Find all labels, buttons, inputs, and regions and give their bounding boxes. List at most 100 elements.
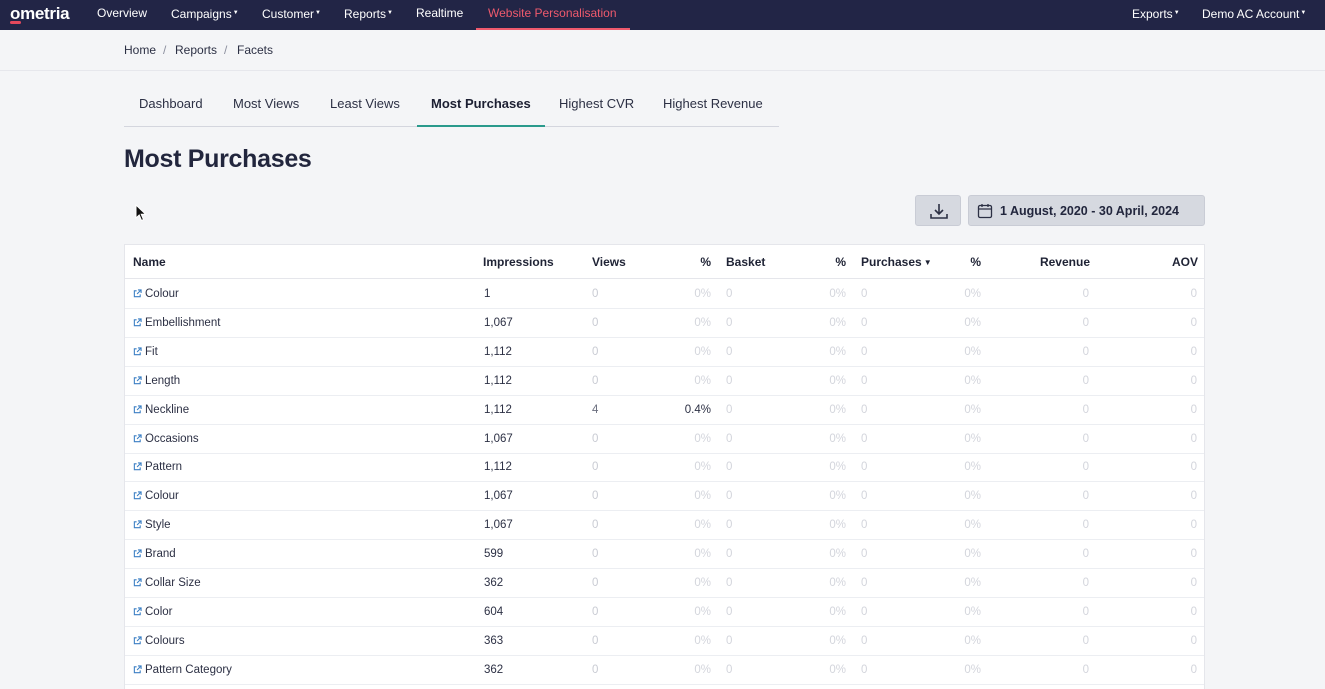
nav-realtime[interactable]: Realtime — [416, 0, 463, 30]
views-pct-cell: 0% — [694, 490, 711, 503]
basket-pct-cell: 0% — [829, 519, 846, 532]
purchases-pct-cell: 0% — [964, 403, 981, 416]
tab-dashboard[interactable]: Dashboard — [139, 96, 203, 111]
views-cell: 0 — [592, 634, 599, 647]
chevron-down-icon: ▼ — [1173, 10, 1180, 16]
column-header-impressions[interactable]: Impressions — [483, 255, 554, 269]
aov-cell: 0 — [1190, 403, 1197, 416]
facet-name-link[interactable]: Colour — [133, 288, 179, 300]
facet-name-label[interactable]: Colour — [145, 288, 179, 300]
facet-name-label[interactable]: Collar Size — [145, 577, 201, 589]
facet-name-link[interactable]: Collar Size — [133, 577, 201, 589]
facet-name-link[interactable]: Neckline — [133, 404, 189, 416]
purchases-pct-cell: 0% — [964, 548, 981, 561]
facet-name-link[interactable]: Pattern — [133, 461, 182, 473]
nav-account-menu[interactable]: Demo AC Account▼ — [1202, 0, 1306, 30]
revenue-cell: 0 — [1082, 288, 1089, 300]
impressions-cell: 1,112 — [484, 345, 512, 358]
nav-customer[interactable]: Customer▼ — [262, 0, 321, 30]
tab-least-views[interactable]: Least Views — [330, 96, 400, 111]
facet-name-link[interactable]: Pattern Category — [133, 664, 232, 676]
table-row: Colours 363 0 0% 0 0% 0 0% 0 0 — [125, 627, 1204, 656]
revenue-cell: 0 — [1082, 605, 1089, 618]
table-header: Name Impressions Views % Basket % Purcha… — [125, 245, 1204, 279]
breadcrumb-home[interactable]: Home — [124, 43, 156, 57]
column-header-views-pct[interactable]: % — [700, 255, 711, 269]
views-cell: 0 — [592, 374, 599, 387]
external-link-icon — [133, 433, 142, 442]
facet-name-link[interactable]: Colour — [133, 490, 179, 502]
views-pct-cell: 0% — [694, 577, 711, 589]
basket-pct-cell: 0% — [829, 403, 846, 416]
breadcrumb-reports[interactable]: Reports — [175, 43, 217, 57]
facet-name-label[interactable]: Pattern Category — [145, 664, 232, 676]
facet-name-link[interactable]: Color — [133, 606, 172, 618]
facet-name-label[interactable]: Embellishment — [145, 317, 220, 329]
tab-most-views[interactable]: Most Views — [233, 96, 299, 111]
column-header-views[interactable]: Views — [592, 255, 626, 269]
column-header-purchases[interactable]: Purchases ▼ — [861, 255, 932, 269]
purchases-pct-cell: 0% — [964, 577, 981, 589]
aov-cell: 0 — [1190, 345, 1197, 358]
facet-name-link[interactable]: Occasions — [133, 433, 199, 445]
facet-name-label[interactable]: Length — [145, 375, 180, 387]
column-header-name[interactable]: Name — [133, 255, 166, 269]
external-link-icon — [133, 491, 142, 500]
impressions-cell: 1,067 — [484, 432, 513, 445]
purchases-cell: 0 — [861, 577, 868, 589]
facet-name-label[interactable]: Neckline — [145, 404, 189, 416]
column-header-revenue[interactable]: Revenue — [1040, 255, 1090, 269]
facet-name-link[interactable]: Brand — [133, 548, 176, 560]
facet-name-link[interactable]: Embellishment — [133, 317, 220, 329]
facet-name-link[interactable]: Colours — [133, 635, 185, 647]
revenue-cell: 0 — [1082, 345, 1089, 358]
tab-most-purchases[interactable]: Most Purchases — [431, 96, 531, 111]
basket-cell: 0 — [726, 663, 733, 676]
purchases-pct-cell: 0% — [964, 461, 981, 474]
purchases-pct-cell: 0% — [964, 663, 981, 676]
impressions-cell: 599 — [484, 548, 504, 561]
download-button[interactable] — [915, 195, 961, 226]
purchases-cell: 0 — [861, 548, 868, 561]
facet-name-label[interactable]: Pattern — [145, 461, 182, 473]
tab-highest-cvr[interactable]: Highest CVR — [559, 96, 634, 111]
facet-name-link[interactable]: Length — [133, 375, 180, 387]
purchases-pct-cell: 0% — [964, 374, 981, 387]
nav-exports[interactable]: Exports▼ — [1132, 0, 1180, 30]
external-link-icon — [133, 376, 142, 384]
facet-name-link[interactable]: Fit — [133, 346, 158, 358]
facet-name-label[interactable]: Style — [145, 519, 171, 531]
views-pct-cell: 0% — [694, 634, 711, 647]
facet-name-label[interactable]: Fit — [145, 346, 158, 358]
facet-name-label[interactable]: Colours — [145, 635, 185, 647]
column-header-basket-pct[interactable]: % — [835, 255, 846, 269]
facet-name-label[interactable]: Occasions — [145, 433, 199, 445]
revenue-cell: 0 — [1082, 490, 1089, 503]
facet-name-link[interactable]: Style — [133, 519, 171, 531]
column-header-aov[interactable]: AOV — [1172, 255, 1198, 269]
purchases-cell: 0 — [861, 316, 868, 329]
nav-reports[interactable]: Reports▼ — [344, 0, 393, 30]
ometria-logo[interactable]: ometria — [10, 4, 70, 24]
views-cell: 0 — [592, 577, 599, 589]
views-pct-cell: 0.4% — [684, 403, 711, 416]
column-header-purchases-pct[interactable]: % — [970, 255, 981, 269]
purchases-cell: 0 — [861, 490, 868, 503]
facets-table: Name Impressions Views % Basket % Purcha… — [124, 244, 1205, 689]
table-row: Colour 1,067 0 0% 0 0% 0 0% 0 0 — [125, 482, 1204, 512]
breadcrumb-separator: / — [224, 43, 228, 57]
aov-cell: 0 — [1190, 316, 1197, 329]
basket-cell: 0 — [726, 288, 733, 300]
facet-name-label[interactable]: Color — [145, 606, 172, 618]
views-cell: 0 — [592, 316, 599, 329]
nav-overview[interactable]: Overview — [97, 0, 147, 30]
column-header-basket[interactable]: Basket — [726, 255, 765, 269]
facet-name-label[interactable]: Colour — [145, 490, 179, 502]
chevron-down-icon: ▼ — [1300, 10, 1307, 16]
tab-highest-revenue[interactable]: Highest Revenue — [663, 96, 763, 111]
facet-name-label[interactable]: Brand — [145, 548, 176, 560]
nav-website-personalisation[interactable]: Website Personalisation — [488, 0, 617, 30]
views-pct-cell: 0% — [694, 605, 711, 618]
nav-campaigns[interactable]: Campaigns▼ — [171, 0, 239, 30]
date-range-picker[interactable]: 1 August, 2020 - 30 April, 2024 — [968, 195, 1205, 226]
